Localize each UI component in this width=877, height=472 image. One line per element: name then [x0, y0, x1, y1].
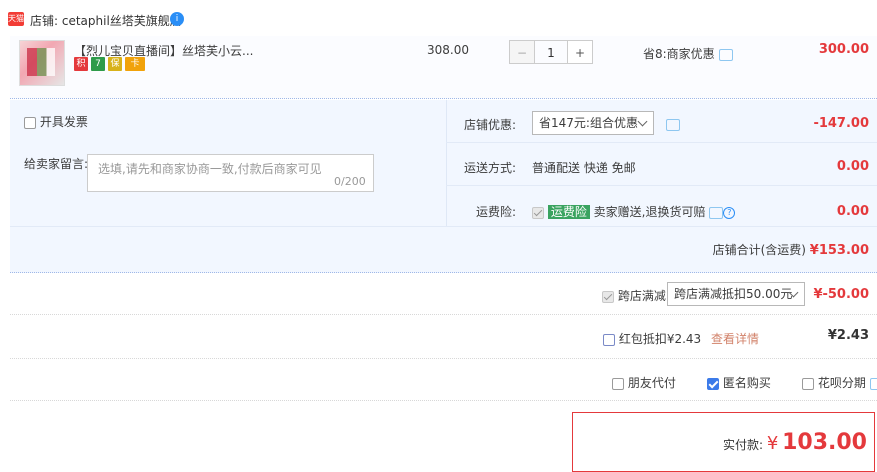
item-discount-text: 省8:商家优惠 — [643, 47, 715, 61]
chat-icon[interactable] — [709, 206, 724, 219]
anonymous-option[interactable]: 匿名购买 — [707, 374, 771, 391]
installment-checkbox[interactable] — [802, 377, 814, 390]
quantity-input[interactable]: 1 — [535, 40, 567, 64]
red-packet-details-link[interactable]: 查看详情 — [711, 332, 759, 346]
message-char-count: 0/200 — [334, 175, 366, 188]
insurance-text: 卖家赠送,退换货可赔 — [593, 205, 706, 219]
installment-option[interactable]: 花呗分期 — [802, 374, 877, 391]
friend-pay-option[interactable]: 朋友代付 — [612, 374, 676, 391]
shop-total: 店铺合计(含运费) ¥153.00 — [713, 241, 869, 258]
friend-pay-checkbox[interactable] — [612, 377, 624, 390]
row-divider — [10, 358, 877, 360]
payment-label: 实付款: — [722, 438, 763, 452]
shop-discount-select-value: 省147元:组合优惠 — [539, 116, 638, 130]
red-packet-option[interactable]: 红包抵扣¥2.43 查看详情 — [603, 330, 759, 347]
panel-divider — [10, 226, 877, 227]
shop-total-value: ¥153.00 — [809, 243, 869, 258]
invoice-option[interactable]: 开具发票 — [24, 113, 88, 130]
seven-day-return-icon: 7 — [91, 57, 105, 71]
message-placeholder: 选填,请先和商家协商一致,付款后商家可见 — [98, 162, 322, 176]
tmall-icon: 天猫 — [8, 12, 24, 26]
row-divider — [10, 314, 877, 316]
cross-store-label: 跨店满减 — [617, 289, 666, 303]
invoice-label: 开具发票 — [39, 115, 88, 129]
shipping-label: 运送方式: — [464, 161, 517, 175]
cross-store-select-value: 跨店满减抵扣50.00元 — [674, 287, 793, 301]
chat-icon[interactable] — [869, 377, 877, 390]
cross-store-value: ¥-50.00 — [813, 287, 869, 302]
cross-store-checkbox — [602, 290, 614, 303]
cross-store-select[interactable]: 跨店满减抵扣50.00元 — [667, 282, 805, 306]
guarantee-icon: 保 — [108, 57, 122, 71]
invoice-checkbox[interactable] — [24, 116, 36, 129]
points-icon: 积 — [74, 57, 88, 71]
shop-discount-label: 店铺优惠: — [464, 118, 517, 132]
payment-currency: ¥ — [766, 433, 779, 454]
payment-amount: 103.00 — [782, 430, 867, 455]
help-icon[interactable]: ? — [723, 206, 736, 219]
chat-bubble-icon[interactable]: i — [170, 12, 184, 26]
product-image-detail — [27, 48, 55, 76]
shop-discount-select[interactable]: 省147元:组合优惠 — [532, 111, 654, 135]
installment-label: 花呗分期 — [817, 376, 866, 390]
shop-discount-value: -147.00 — [813, 116, 869, 131]
insurance-label: 运费险: — [476, 205, 517, 219]
shipping-method: 普通配送 快递 免邮 — [532, 161, 636, 175]
chat-icon[interactable] — [718, 48, 733, 61]
decrease-button[interactable]: − — [509, 40, 535, 64]
anonymous-checkbox[interactable] — [707, 377, 719, 390]
chevron-down-icon — [637, 116, 648, 127]
unit-price: 308.00 — [427, 43, 469, 57]
shop-name[interactable]: 店铺: cetaphil丝塔芙旗舰店 — [30, 12, 182, 29]
insurance-option: 运费险 卖家赠送,退换货可赔 ? — [532, 203, 736, 220]
increase-button[interactable]: + — [567, 40, 593, 64]
panel-divider — [446, 142, 877, 143]
cross-store-option: 跨店满减 — [602, 287, 666, 304]
service-icons: 积 7 保 卡 — [74, 57, 145, 71]
item-subtotal: 300.00 — [818, 42, 869, 57]
panel-divider — [446, 185, 877, 186]
red-packet-checkbox[interactable] — [603, 333, 615, 346]
insurance-tag: 运费险 — [547, 205, 590, 219]
card-payment-icon: 卡 — [125, 57, 145, 71]
shipping-value: 0.00 — [836, 159, 869, 174]
quantity-stepper[interactable]: − 1 + — [509, 40, 593, 64]
friend-pay-label: 朋友代付 — [627, 376, 676, 390]
chat-icon[interactable] — [666, 118, 680, 131]
row-divider — [10, 400, 877, 402]
red-packet-label: 红包抵扣¥2.43 — [618, 332, 702, 346]
red-packet-value: ¥2.43 — [827, 328, 869, 343]
shop-total-label: 店铺合计(含运费) — [712, 243, 806, 257]
message-label: 给卖家留言: — [24, 157, 89, 171]
panel-divider — [446, 100, 447, 226]
anonymous-label: 匿名购买 — [722, 376, 771, 390]
insurance-value: 0.00 — [836, 204, 869, 219]
insurance-checkbox — [532, 206, 544, 219]
actual-payment: 实付款: ¥ 103.00 — [723, 430, 867, 455]
item-discount: 省8:商家优惠 — [643, 45, 733, 62]
